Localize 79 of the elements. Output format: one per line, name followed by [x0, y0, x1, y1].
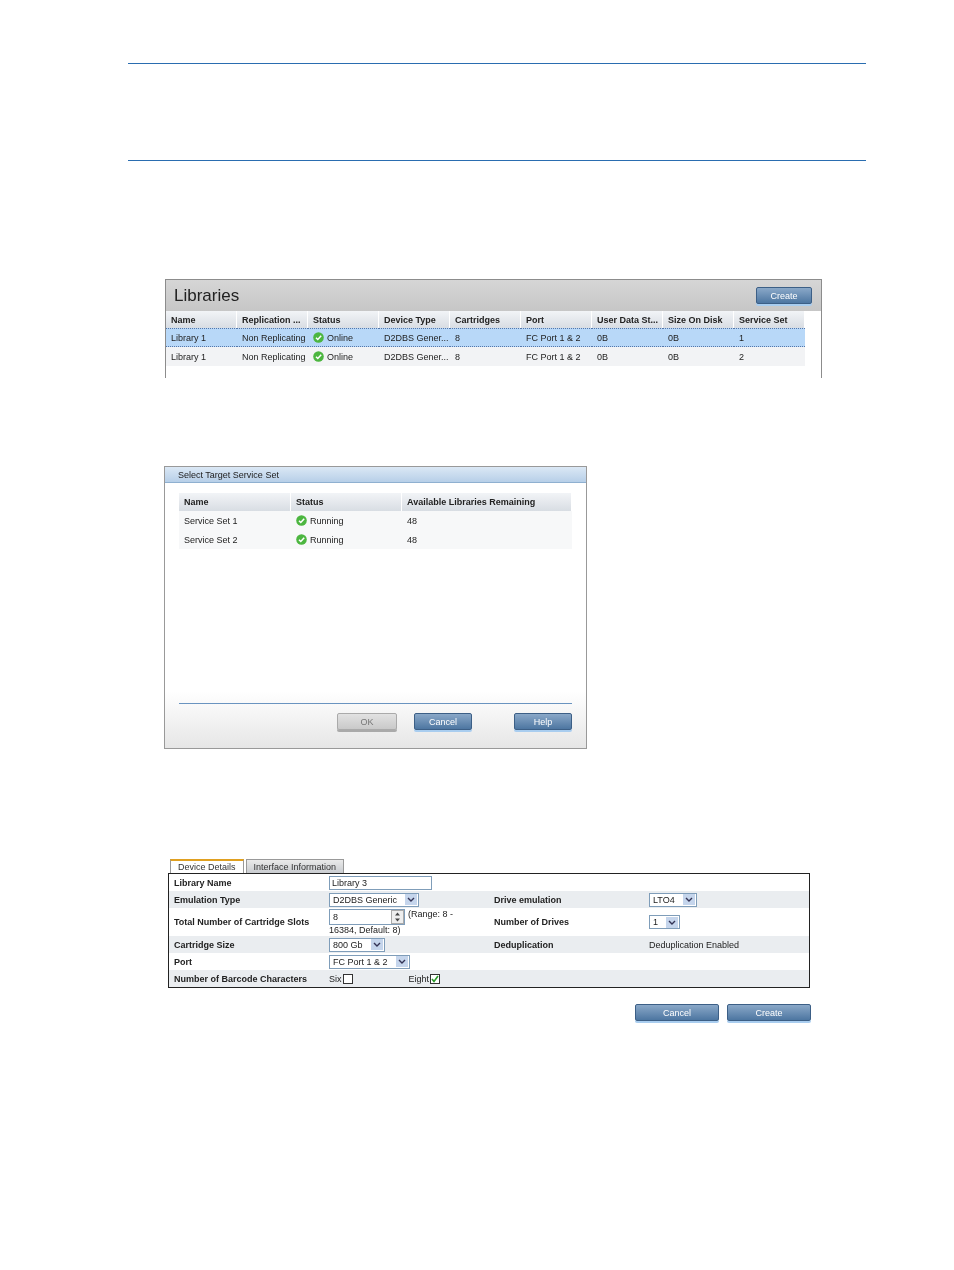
table-cell: 0B — [663, 347, 734, 366]
table-cell: Running — [291, 511, 402, 530]
table-cell: Non Replicating — [237, 328, 308, 347]
check-circle-icon — [296, 534, 307, 545]
create-button[interactable]: Create — [756, 287, 812, 304]
column-header[interactable]: Available Libraries Remaining — [402, 493, 572, 511]
chevron-down-icon — [405, 894, 418, 905]
chevron-down-icon — [666, 916, 678, 928]
table-cell: 0B — [592, 328, 663, 347]
field-label: Number of Drives — [493, 917, 571, 927]
check-circle-icon — [313, 332, 324, 343]
checkbox-label: Eight — [408, 973, 430, 984]
range-note: 16384, Default: 8) — [329, 925, 401, 935]
field-label: Emulation Type — [173, 894, 242, 905]
column-header[interactable]: Name — [179, 493, 291, 511]
column-header[interactable]: Device Type — [379, 311, 450, 328]
dropdown[interactable]: 1 — [649, 915, 680, 929]
dialog-button[interactable]: Help — [514, 713, 572, 730]
column-header[interactable]: Size On Disk — [663, 311, 734, 328]
tab[interactable]: Device Details — [170, 859, 244, 873]
range-note: (Range: 8 - — [408, 909, 454, 919]
checkbox[interactable] — [430, 973, 441, 984]
field-label: Number of Barcode Characters — [173, 973, 309, 984]
column-header[interactable]: Service Set — [734, 311, 805, 328]
dropdown[interactable]: D2DBS Generic — [329, 892, 420, 907]
checkbox[interactable] — [342, 973, 353, 984]
spinner-field[interactable]: 8 — [329, 909, 405, 925]
table-cell: Library 1 — [166, 328, 237, 347]
dialog-button[interactable]: Cancel — [414, 713, 472, 730]
dropdown[interactable]: 800 Gb — [329, 937, 385, 952]
form-button[interactable]: Cancel — [635, 1004, 719, 1021]
dropdown[interactable]: FC Port 1 & 2 — [329, 954, 410, 969]
dropdown[interactable]: LTO4 — [649, 892, 697, 907]
column-header[interactable]: Port — [521, 311, 592, 328]
table-cell: Library 1 — [166, 347, 237, 366]
chevron-down-icon — [395, 956, 408, 967]
form-button[interactable]: Create — [727, 1004, 811, 1021]
column-header[interactable]: User Data St... — [592, 311, 663, 328]
table-cell: Running — [291, 530, 402, 549]
table-cell: D2DBS Gener... — [379, 347, 450, 366]
table-cell: Online — [308, 328, 379, 347]
table-cell: 48 — [402, 511, 572, 530]
column-header[interactable]: Status — [291, 493, 402, 511]
field-label: Port — [173, 956, 193, 967]
table-cell: 2 — [734, 347, 805, 366]
table-cell: FC Port 1 & 2 — [521, 328, 592, 347]
field-label: Cartridge Size — [173, 939, 236, 950]
field-label: Drive emulation — [493, 894, 563, 905]
column-header[interactable]: Replication ... — [237, 311, 308, 328]
dialog-title: Select Target Service Set — [165, 467, 586, 483]
table-cell: 1 — [734, 328, 805, 347]
chevron-down-icon — [370, 939, 383, 950]
check-circle-icon — [313, 351, 324, 362]
table-cell: D2DBS Gener... — [379, 328, 450, 347]
table-cell: Service Set 2 — [179, 530, 291, 549]
checkmark-icon — [431, 974, 440, 983]
spinner-arrows-icon — [391, 910, 404, 924]
table-cell: 0B — [592, 347, 663, 366]
field-label: Deduplication — [493, 939, 555, 950]
table-cell: Service Set 1 — [179, 511, 291, 530]
checkbox-label: Six — [329, 973, 342, 984]
tab[interactable]: Interface Information — [245, 859, 345, 873]
field-label: Total Number of Cartridge Slots — [173, 917, 311, 927]
column-header[interactable]: Status — [308, 311, 379, 328]
table-cell: 0B — [663, 328, 734, 347]
table-cell: 8 — [450, 347, 521, 366]
field-label: Library Name — [173, 877, 233, 888]
field-value: Deduplication Enabled — [649, 939, 740, 950]
table-cell: Online — [308, 347, 379, 366]
table-cell: Non Replicating — [237, 347, 308, 366]
column-header[interactable]: Name — [166, 311, 237, 328]
library-name-field[interactable]: Library 3 — [329, 875, 432, 890]
column-header[interactable]: Cartridges — [450, 311, 521, 328]
check-circle-icon — [296, 515, 307, 526]
table-cell: 48 — [402, 530, 572, 549]
table-cell: FC Port 1 & 2 — [521, 347, 592, 366]
panel-title: Libraries — [174, 285, 240, 306]
chevron-down-icon — [682, 894, 695, 905]
table-cell: 8 — [450, 328, 521, 347]
